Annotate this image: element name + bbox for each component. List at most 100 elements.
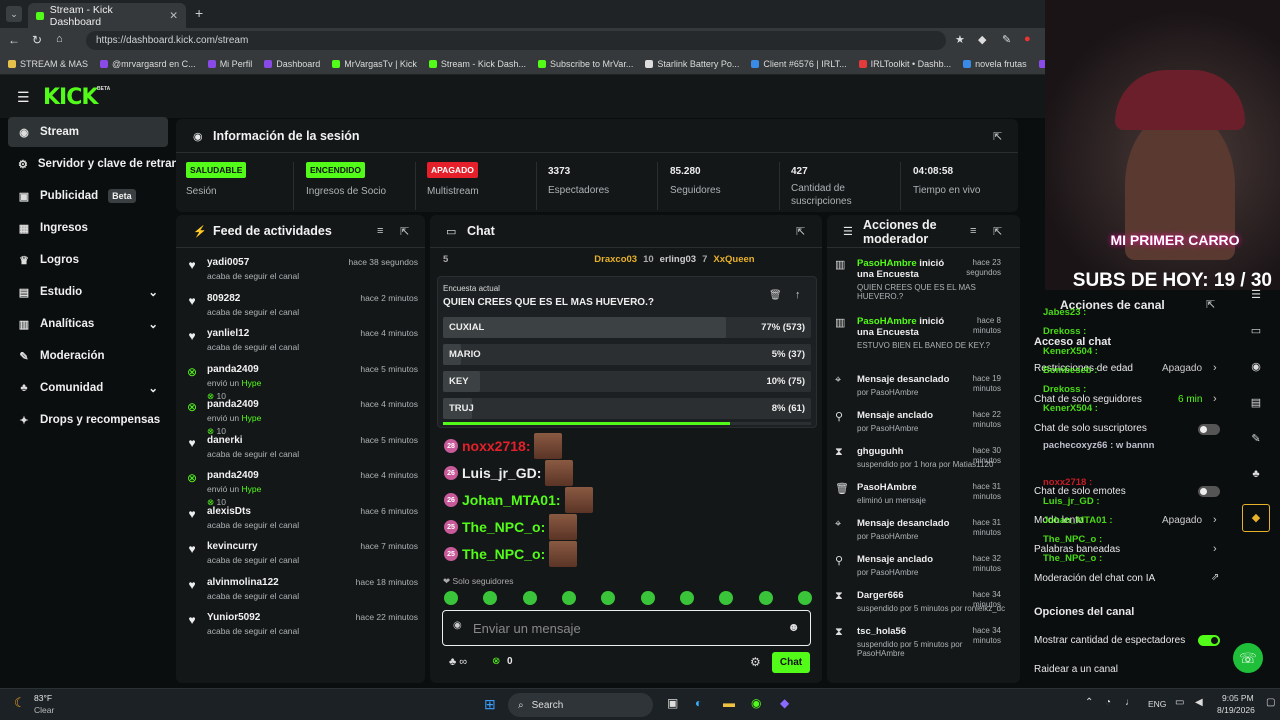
feed-item[interactable]: ⊗ panda2409 envió un Hype ⊗ 10 hace 4 mi… — [185, 399, 420, 436]
emote-icon[interactable] — [640, 591, 655, 605]
popout-icon[interactable]: ⇱ — [993, 130, 1002, 143]
studio-icon[interactable]: ▤ — [1242, 396, 1270, 432]
emoji-icon[interactable]: ☻ — [787, 620, 800, 634]
feed-item[interactable]: ♥ yadi0057 acaba de seguir el canal hace… — [185, 257, 420, 293]
feed-item[interactable]: ⊗ panda2409 envió un Hype ⊗ 10 hace 5 mi… — [185, 364, 420, 401]
mod-action-item[interactable]: ⚲ Mensaje anclado por PasoHAmbre hace 32… — [835, 554, 1015, 577]
sidebar-item-server[interactable]: ⚙ Servidor y clave de retrans — [8, 149, 176, 179]
poll-option[interactable]: TRUJ 8% (61) — [443, 398, 811, 419]
message-input[interactable]: ◉ Enviar un mensaje ☻ — [442, 610, 811, 646]
bookmark-item[interactable]: Stream - Kick Dash... — [428, 59, 526, 69]
mod-action-item[interactable]: ⧗ tsc_hola56 suspendido por 5 minutos po… — [835, 626, 1015, 658]
menu-icon[interactable]: ☰ — [17, 89, 30, 106]
feed-item[interactable]: ♥ yanliel12 acaba de seguir el canal hac… — [185, 328, 420, 364]
filter-icon[interactable]: ≡ — [377, 225, 383, 237]
mod-action-item[interactable]: ⚲ Mensaje anclado por PasoHAmbre hace 22… — [835, 410, 1015, 433]
sidebar-item-ads[interactable]: ▣ Publicidad Beta — [8, 181, 168, 211]
chat-username[interactable]: noxx2718: — [462, 438, 530, 454]
popout-icon[interactable]: ⇱ — [796, 225, 805, 238]
bookmark-item[interactable]: novela frutas — [963, 59, 1027, 69]
mod-action-item[interactable]: 🗑 PasoHAmbre eliminó un mensaje hace 31 … — [835, 482, 1015, 505]
language-indicator[interactable]: ENG — [1148, 699, 1166, 709]
back-icon[interactable]: ← — [8, 33, 20, 47]
task-view-icon[interactable]: ▣ — [667, 696, 678, 710]
chat-message[interactable]: 26 Luis_jr_GD: — [444, 460, 574, 486]
feed-item[interactable]: ⊗ panda2409 envió un Hype ⊗ 10 hace 4 mi… — [185, 470, 420, 507]
sidebar-item-moderation[interactable]: ✎ Moderación — [8, 341, 168, 371]
tray-chevron-icon[interactable]: ⌃ — [1085, 697, 1093, 708]
popout-icon[interactable]: ⇱ — [400, 225, 409, 238]
subs-only-toggle[interactable] — [1198, 424, 1220, 435]
kick-logo[interactable]: KICK — [43, 85, 98, 110]
emote-icon[interactable] — [797, 591, 812, 605]
ai-moderation-row[interactable]: Moderación del chat con IA — [1034, 573, 1155, 584]
chat-username[interactable]: Luis_jr_GD: — [462, 465, 541, 481]
taskbar-search[interactable]: ⌕ Search — [508, 693, 653, 717]
sidebar-item-drops[interactable]: ✦ Drops y recompensas — [8, 405, 168, 435]
bookmark-item[interactable]: Subscribe to MrVar... — [537, 59, 633, 69]
bookmark-item[interactable]: IRLToolkit • Dashb... — [858, 59, 951, 69]
raid-row[interactable]: Raidear a un canal — [1034, 664, 1118, 675]
wrench-icon[interactable]: ✎ — [1242, 432, 1270, 468]
chat-username[interactable]: The_NPC_o: — [462, 546, 545, 562]
reload-icon[interactable]: ↻ — [32, 33, 42, 47]
trash-icon[interactable]: 🗑 — [769, 290, 782, 301]
edge-icon[interactable]: ◐ — [695, 696, 702, 710]
broadcast-icon[interactable]: ◉ — [1242, 360, 1270, 396]
poll-option[interactable]: KEY 10% (75) — [443, 371, 811, 392]
mod-action-item[interactable]: ⧗ Darger666 suspendido por 5 minutos por… — [835, 590, 1015, 613]
discord-icon[interactable]: ◆ — [780, 696, 789, 710]
profile-icon[interactable]: ● — [1024, 33, 1031, 45]
feed-item[interactable]: ♥ 809282 acaba de seguir el canal hace 2… — [185, 293, 420, 329]
chevron-right-icon[interactable]: › — [1213, 362, 1217, 374]
chevron-right-icon[interactable]: › — [1213, 543, 1217, 555]
emote-icon[interactable] — [561, 591, 576, 605]
mod-action-item[interactable]: ⌖ Mensaje desanclado por PasoHAmbre hace… — [835, 374, 1015, 397]
notification-icon[interactable]: ▢ — [1266, 697, 1275, 708]
folder-icon[interactable]: ▬ — [723, 696, 735, 710]
feed-item[interactable]: ♥ Yunior5092 acaba de seguir el canal ha… — [185, 612, 420, 648]
mod-action-item[interactable]: ⌖ Mensaje desanclado por PasoHAmbre hace… — [835, 518, 1015, 541]
feed-item[interactable]: ♥ kevincurry acaba de seguir el canal ha… — [185, 541, 420, 577]
sidebar-item-community[interactable]: ♣ Comunidad ⌄ — [8, 373, 168, 403]
chat-username[interactable]: The_NPC_o: — [462, 519, 545, 535]
bookmark-item[interactable]: Mi Perfil — [207, 59, 252, 69]
poll-option[interactable]: CUXIAL 77% (573) — [443, 317, 811, 338]
feed-item[interactable]: ♥ alexisDts acaba de seguir el canal hac… — [185, 506, 420, 542]
home-icon[interactable]: ⌂ — [56, 33, 63, 45]
tab-list-icon[interactable]: ⌄ — [6, 6, 22, 22]
arrow-up-icon[interactable]: ↑ — [795, 289, 801, 301]
community-icon[interactable]: ♣ — [1242, 468, 1270, 504]
feed-item[interactable]: ♥ alvinmolina122 acaba de seguir el cana… — [185, 577, 420, 613]
chrome-icon[interactable]: ◉ — [751, 696, 761, 710]
mod-action-item[interactable]: ⧗ ghguguhh suspendido por 1 hora por Mat… — [835, 446, 1015, 469]
bookmark-item[interactable]: MrVargasTv | Kick — [332, 59, 417, 69]
sidebar-item-studio[interactable]: ▤ Estudio ⌄ — [8, 277, 168, 307]
mod-action-item[interactable]: ▥ PasoHAmbre inició una Encuesta QUIEN C… — [835, 258, 1015, 301]
chevron-right-icon[interactable]: › — [1213, 393, 1217, 405]
popout-icon[interactable]: ⇱ — [1206, 298, 1215, 311]
bookmark-item[interactable]: @mrvargasrd en C... — [100, 59, 196, 69]
shield-icon[interactable]: ◆ — [1242, 504, 1270, 532]
bookmark-item[interactable]: STREAM & MAS — [8, 59, 88, 69]
show-viewers-toggle[interactable] — [1198, 635, 1220, 646]
url-field[interactable]: https://dashboard.kick.com/stream — [86, 31, 946, 50]
emote-icon[interactable] — [719, 591, 734, 605]
extension-icon[interactable]: ◆ — [978, 33, 986, 46]
windows-start-icon[interactable]: ⊞ — [484, 696, 496, 713]
browser-tab[interactable]: Stream - Kick Dashboard ✕ — [28, 3, 186, 28]
emote-icon[interactable] — [483, 591, 498, 605]
popout-icon[interactable]: ⇱ — [993, 225, 1002, 238]
emotes-only-toggle[interactable] — [1198, 486, 1220, 497]
support-icon[interactable]: ☏ — [1233, 643, 1263, 673]
bookmark-item[interactable]: Dashboard — [264, 59, 320, 69]
mod-action-item[interactable]: ▥ PasoHAmbre inició una Encuesta ESTUVO … — [835, 316, 1015, 350]
sidebar-item-analytics[interactable]: ▥ Analíticas ⌄ — [8, 309, 168, 339]
emote-icon[interactable] — [679, 591, 694, 605]
close-tab-icon[interactable]: ✕ — [169, 10, 178, 22]
sidebar-item-income[interactable]: ▦ Ingresos — [8, 213, 168, 243]
chat-message[interactable]: 26 Johan_MTA01: — [444, 487, 593, 513]
external-link-icon[interactable]: ⇗ — [1211, 572, 1219, 583]
poll-option[interactable]: MARIO 5% (37) — [443, 344, 811, 365]
chat-message[interactable]: 25 The_NPC_o: — [444, 541, 578, 567]
